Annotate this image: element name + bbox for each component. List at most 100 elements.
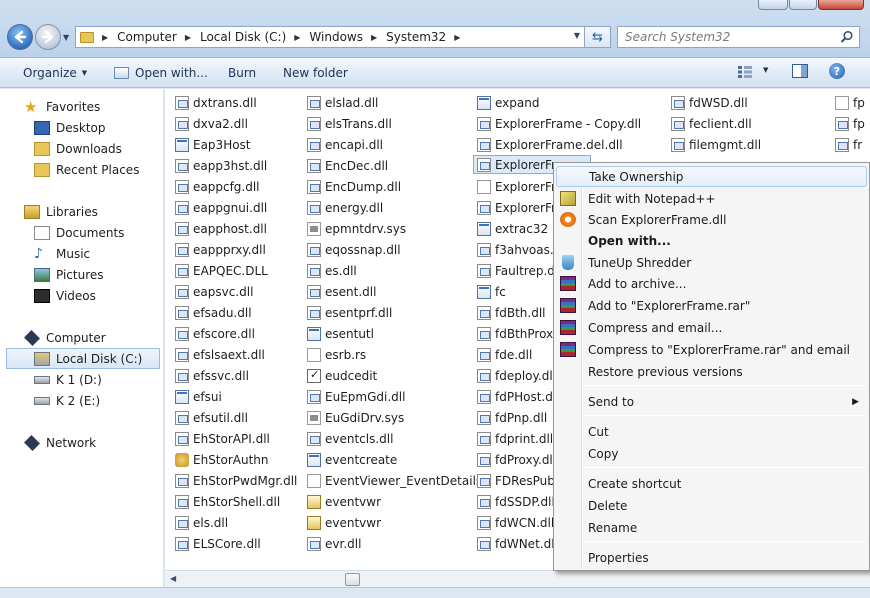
list-item[interactable]: esentutl xyxy=(307,324,374,343)
list-item[interactable]: energy.dll xyxy=(307,198,383,217)
chevron-right-icon[interactable]: ▶ xyxy=(102,33,108,42)
menu-add-to-rar[interactable]: Add to "ExplorerFrame.rar" xyxy=(556,295,867,316)
list-item[interactable]: esrb.rs xyxy=(307,345,366,364)
list-item[interactable]: fdPHost.dll xyxy=(477,387,560,406)
nav-favorites[interactable]: ★ Favorites xyxy=(24,96,164,117)
list-item[interactable]: efsutil.dll xyxy=(175,408,248,427)
list-item[interactable]: eappcfg.dll xyxy=(175,177,260,196)
list-item[interactable]: elslad.dll xyxy=(307,93,378,112)
list-item[interactable]: elsTrans.dll xyxy=(307,114,392,133)
menu-copy[interactable]: Copy xyxy=(556,443,867,464)
list-item[interactable]: dxtrans.dll xyxy=(175,93,257,112)
list-item[interactable]: eapp3hst.dll xyxy=(175,156,267,175)
list-item[interactable]: eventvwr xyxy=(307,492,381,511)
scroll-left-icon[interactable]: ◀ xyxy=(170,574,176,583)
nav-videos[interactable]: Videos xyxy=(34,285,164,306)
list-item[interactable]: fdWNet.dll xyxy=(477,534,558,553)
list-item[interactable]: EhStorShell.dll xyxy=(175,492,280,511)
list-item[interactable]: eapsvc.dll xyxy=(175,282,253,301)
search-icon[interactable] xyxy=(840,30,854,44)
nav-libraries[interactable]: Libraries xyxy=(24,201,164,222)
list-item[interactable]: ELSCore.dll xyxy=(175,534,261,553)
list-item[interactable]: efsui xyxy=(175,387,222,406)
list-item[interactable]: es.dll xyxy=(307,261,357,280)
nav-desktop[interactable]: Desktop xyxy=(34,117,164,138)
nav-downloads[interactable]: Downloads xyxy=(34,138,164,159)
list-item[interactable]: fdprint.dll xyxy=(477,429,553,448)
list-item[interactable]: eventvwr xyxy=(307,513,381,532)
menu-create-shortcut[interactable]: Create shortcut xyxy=(556,473,867,494)
menu-cut[interactable]: Cut xyxy=(556,421,867,442)
list-item[interactable]: eudcedit xyxy=(307,366,377,385)
list-item[interactable]: epmntdrv.sys xyxy=(307,219,406,238)
menu-compress-email[interactable]: Compress and email... xyxy=(556,317,867,338)
list-item[interactable]: EhStorAPI.dll xyxy=(175,429,270,448)
list-item[interactable]: fdPnp.dll xyxy=(477,408,547,427)
recent-pages-dropdown-icon[interactable]: ▼ xyxy=(63,33,69,42)
chevron-right-icon[interactable]: ▶ xyxy=(371,33,377,42)
menu-send-to[interactable]: Send to ▶ xyxy=(556,391,867,412)
minimize-button[interactable] xyxy=(758,0,788,10)
list-item[interactable]: eventcls.dll xyxy=(307,429,393,448)
menu-open-with[interactable]: Open with... xyxy=(556,230,867,251)
list-item[interactable]: ExplorerFrame - Copy.dll xyxy=(477,114,641,133)
close-button[interactable] xyxy=(818,0,864,10)
list-item[interactable]: extrac32 xyxy=(477,219,548,238)
help-icon[interactable]: ? xyxy=(829,63,845,79)
list-item[interactable]: EncDump.dll xyxy=(307,177,401,196)
list-item[interactable]: fdWSD.dll xyxy=(671,93,748,112)
nav-network[interactable]: Network xyxy=(24,432,164,453)
chevron-right-icon[interactable]: ▶ xyxy=(185,33,191,42)
forward-button[interactable] xyxy=(35,24,61,50)
back-button[interactable] xyxy=(7,24,33,50)
horizontal-scrollbar[interactable]: ◀ xyxy=(165,570,870,587)
list-item[interactable]: evr.dll xyxy=(307,534,361,553)
list-item[interactable]: fdBth.dll xyxy=(477,303,545,322)
nav-documents[interactable]: Documents xyxy=(34,222,164,243)
list-item[interactable]: ExplorerFrame.del.dll xyxy=(477,135,623,154)
list-item[interactable]: ExplorerFra xyxy=(477,177,563,196)
nav-drive-d[interactable]: K 1 (D:) xyxy=(34,369,164,390)
maximize-button[interactable] xyxy=(789,0,817,10)
list-item[interactable]: efscore.dll xyxy=(175,324,255,343)
list-item[interactable]: ExplorerFra xyxy=(477,198,563,217)
list-item[interactable]: feclient.dll xyxy=(671,114,752,133)
list-item[interactable]: EventViewer_EventDetails xyxy=(307,471,482,490)
preview-pane-icon[interactable] xyxy=(792,64,808,78)
menu-tuneup-shredder[interactable]: TuneUp Shredder xyxy=(556,252,867,273)
list-item[interactable]: EuGdiDrv.sys xyxy=(307,408,404,427)
list-item[interactable]: fdeploy.dll xyxy=(477,366,556,385)
open-with-button[interactable]: Open with... xyxy=(114,64,208,82)
list-item[interactable]: f3ahvoas.d xyxy=(477,240,561,259)
list-item[interactable]: fdSSDP.dll xyxy=(477,492,555,511)
list-item[interactable]: fde.dll xyxy=(477,345,532,364)
organize-button[interactable]: Organize ▼ xyxy=(23,64,87,82)
list-item[interactable]: els.dll xyxy=(175,513,228,532)
menu-delete[interactable]: Delete xyxy=(556,495,867,516)
list-item[interactable]: EuEpmGdi.dll xyxy=(307,387,405,406)
nav-drive-e[interactable]: K 2 (E:) xyxy=(34,390,164,411)
list-item[interactable]: eapphost.dll xyxy=(175,219,267,238)
list-item[interactable]: efssvc.dll xyxy=(175,366,249,385)
breadcrumb-windows[interactable]: Windows ▶ xyxy=(309,30,386,44)
nav-local-disk-c[interactable]: Local Disk (C:) xyxy=(6,348,160,369)
list-item[interactable]: efslsaext.dll xyxy=(175,345,265,364)
menu-rename[interactable]: Rename xyxy=(556,517,867,538)
nav-pictures[interactable]: Pictures xyxy=(34,264,164,285)
address-history-dropdown-icon[interactable]: ▼ xyxy=(574,31,580,40)
list-item[interactable]: EhStorPwdMgr.dll xyxy=(175,471,297,490)
list-item[interactable]: Faultrep.dll xyxy=(477,261,562,280)
list-item[interactable]: esent.dll xyxy=(307,282,376,301)
list-item[interactable]: encapi.dll xyxy=(307,135,383,154)
list-item[interactable]: Eap3Host xyxy=(175,135,251,154)
list-item[interactable]: esentprf.dll xyxy=(307,303,392,322)
nav-music[interactable]: ♪ Music xyxy=(34,243,164,264)
change-view-icon[interactable] xyxy=(738,66,752,78)
address-bar[interactable]: ▶ Computer ▶ Local Disk (C:) ▶ Windows ▶ Sy… xyxy=(75,26,585,48)
menu-properties[interactable]: Properties xyxy=(556,547,867,568)
search-input[interactable] xyxy=(618,30,828,44)
list-item[interactable]: eappgnui.dll xyxy=(175,198,267,217)
list-item[interactable]: fp xyxy=(835,93,865,112)
new-folder-button[interactable]: New folder xyxy=(283,64,348,82)
list-item[interactable]: fr xyxy=(835,135,862,154)
